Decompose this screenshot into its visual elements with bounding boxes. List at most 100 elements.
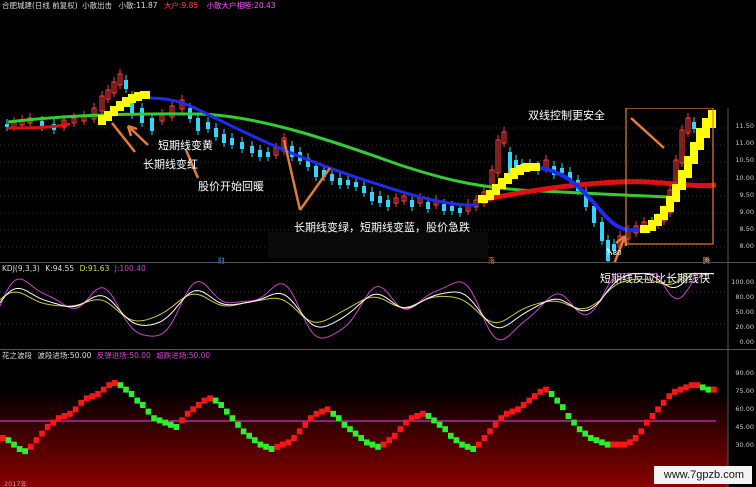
wave-block bbox=[22, 448, 28, 455]
candle bbox=[91, 103, 97, 123]
wave-block bbox=[711, 386, 717, 393]
wave-tick: 45.00 bbox=[735, 423, 754, 431]
wave-block bbox=[313, 410, 320, 417]
wave-block bbox=[44, 424, 51, 430]
wave-block bbox=[403, 419, 409, 426]
wave-block bbox=[515, 406, 521, 413]
wave-block bbox=[431, 417, 437, 424]
price-tick: 9.50 bbox=[739, 190, 754, 199]
candle bbox=[196, 113, 200, 135]
wave-block bbox=[352, 430, 359, 437]
wave-block bbox=[117, 382, 124, 389]
wave-block bbox=[476, 441, 482, 448]
wave-block bbox=[593, 437, 600, 444]
wave-block bbox=[504, 410, 510, 417]
candle bbox=[99, 91, 105, 115]
wave-block bbox=[207, 395, 213, 402]
wave-block bbox=[649, 413, 656, 419]
candle bbox=[206, 117, 210, 133]
wave-block bbox=[224, 408, 230, 415]
wave-block bbox=[481, 435, 488, 441]
wave-block bbox=[151, 415, 157, 422]
candle bbox=[250, 141, 254, 157]
wave-block bbox=[397, 426, 404, 433]
candle bbox=[222, 129, 226, 147]
wave-block bbox=[470, 446, 476, 452]
candle bbox=[501, 127, 507, 147]
wave-block bbox=[173, 424, 180, 430]
wave-block bbox=[425, 413, 432, 419]
candle bbox=[117, 69, 123, 89]
wave-block bbox=[134, 397, 140, 404]
wave-block bbox=[560, 404, 566, 411]
price-tick: 11.00 bbox=[735, 139, 754, 148]
wave-block bbox=[520, 402, 527, 408]
wave-block bbox=[280, 441, 286, 448]
wave-block bbox=[145, 408, 152, 415]
wave-block bbox=[72, 406, 79, 413]
candle bbox=[81, 111, 87, 125]
overlay-top-right bbox=[428, 0, 756, 108]
wave-block bbox=[688, 382, 695, 389]
wave-block bbox=[621, 441, 628, 448]
wave-block bbox=[537, 388, 544, 395]
kdj-chart bbox=[0, 262, 729, 349]
wave-block bbox=[212, 397, 219, 404]
wave-chart bbox=[0, 349, 729, 487]
kdj-k-line bbox=[0, 273, 714, 329]
wave-block bbox=[56, 415, 62, 422]
wave-block bbox=[492, 421, 499, 428]
candle bbox=[105, 85, 111, 103]
candle bbox=[346, 175, 350, 189]
candle bbox=[600, 217, 604, 245]
long-line-red-left bbox=[7, 122, 71, 130]
candle bbox=[330, 169, 334, 185]
wave-block bbox=[364, 439, 370, 446]
wave-block bbox=[616, 441, 622, 448]
wave-block bbox=[106, 382, 112, 389]
candle bbox=[306, 153, 310, 171]
candle bbox=[692, 117, 696, 133]
candle bbox=[290, 141, 294, 161]
wave-block bbox=[112, 380, 118, 386]
wave-block bbox=[604, 441, 611, 448]
wave-block bbox=[347, 426, 353, 433]
candle bbox=[410, 195, 414, 211]
wave-block bbox=[179, 417, 185, 424]
candle bbox=[362, 181, 366, 197]
wave-block bbox=[100, 386, 107, 393]
wave-block bbox=[509, 408, 516, 415]
wave-block bbox=[453, 437, 460, 444]
short-line-blue-right bbox=[539, 166, 641, 233]
candle bbox=[266, 147, 270, 161]
wave-block bbox=[464, 443, 471, 450]
wave-block bbox=[386, 437, 392, 444]
candle bbox=[370, 187, 374, 205]
wave-block bbox=[632, 435, 639, 441]
wave-block bbox=[184, 410, 191, 417]
wave-block bbox=[201, 397, 208, 404]
wave-block bbox=[548, 391, 555, 397]
wave-block bbox=[50, 419, 56, 426]
wave-block bbox=[252, 437, 258, 444]
kdj-tick: 100.00 bbox=[731, 278, 754, 286]
wave-block bbox=[5, 437, 12, 444]
overlay-caption bbox=[268, 232, 488, 258]
wave-block bbox=[285, 439, 292, 446]
annotation-price-rise: 股价开始回暖 bbox=[198, 180, 264, 193]
wave-block bbox=[571, 419, 577, 426]
wave-block bbox=[655, 406, 661, 413]
candle bbox=[465, 199, 471, 215]
candle bbox=[393, 193, 399, 207]
candle bbox=[240, 137, 244, 153]
chart-window: { "main_header": { "stock_name": "合肥城建(日… bbox=[0, 0, 756, 487]
wave-block bbox=[89, 393, 96, 400]
candle bbox=[214, 123, 218, 141]
wave-block bbox=[610, 441, 616, 448]
low-price-label: 7.80 bbox=[606, 249, 622, 257]
wave-block bbox=[39, 430, 45, 437]
wave-block bbox=[705, 386, 712, 393]
wave-block bbox=[644, 419, 650, 426]
wave-tick: 30.00 bbox=[735, 441, 754, 449]
wave-block bbox=[369, 441, 376, 448]
